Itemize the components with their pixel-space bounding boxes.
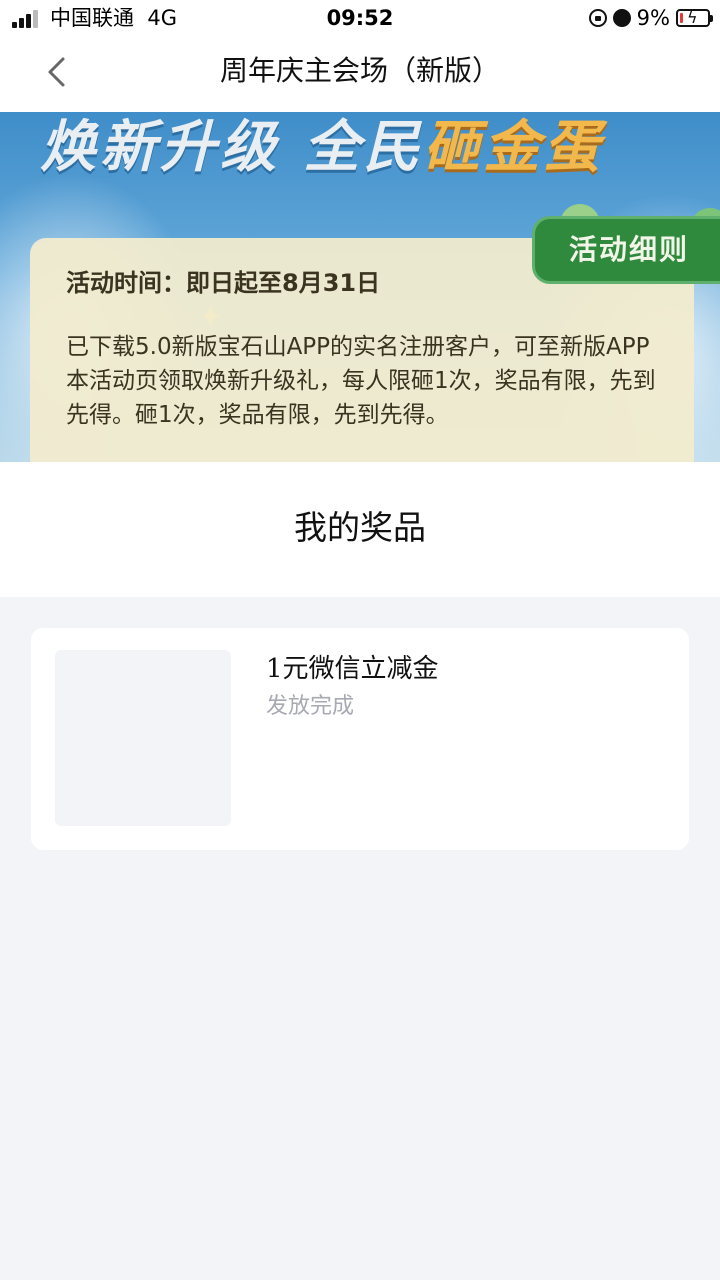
page-title: 周年庆主会场（新版） <box>219 54 500 87</box>
battery-level <box>680 13 683 23</box>
activity-time: 活动时间：即日起至8月31日 <box>66 269 381 297</box>
status-indicators: 9% ϟ <box>588 5 713 31</box>
prize-card[interactable]: 1元微信立减金 发放完成 <box>31 628 689 850</box>
banner-headline: 焕新升级 全民砸金蛋 <box>40 116 604 180</box>
my-prizes-title: 我的奖品 <box>294 508 426 547</box>
rotation-lock-icon <box>588 9 607 27</box>
prize-status: 发放完成 <box>266 694 355 719</box>
battery-icon: ϟ <box>676 8 713 27</box>
activity-rules-button[interactable]: 活动细则 <box>532 216 720 284</box>
prize-name: 1元微信立减金 <box>266 654 439 684</box>
navigation-bar: 周年庆主会场（新版） <box>0 36 720 112</box>
prize-image-placeholder <box>55 650 231 826</box>
page: 中国联通 4G 09:52 9% ϟ 周年庆主会场（新版） 焕新升级 全民砸金蛋… <box>0 0 720 1280</box>
my-prizes-header: 我的奖品 <box>0 462 720 597</box>
charging-bolt-icon: ϟ <box>687 8 698 27</box>
banner-headline-part2: 砸金蛋 <box>423 115 604 180</box>
status-bar: 中国联通 4G 09:52 9% ϟ <box>0 0 720 36</box>
activity-banner: 焕新升级 全民砸金蛋 ✦ 活动时间：即日起至8月31日 已下载5.0新版宝石山A… <box>0 112 720 462</box>
banner-headline-part1: 焕新升级 全民 <box>40 115 424 180</box>
alarm-icon <box>612 9 631 27</box>
activity-description: 已下载5.0新版宝石山APP的实名注册客户，可至新版APP本活动页领取焕新升级礼… <box>66 334 656 428</box>
battery-percent: 9% <box>636 6 670 30</box>
